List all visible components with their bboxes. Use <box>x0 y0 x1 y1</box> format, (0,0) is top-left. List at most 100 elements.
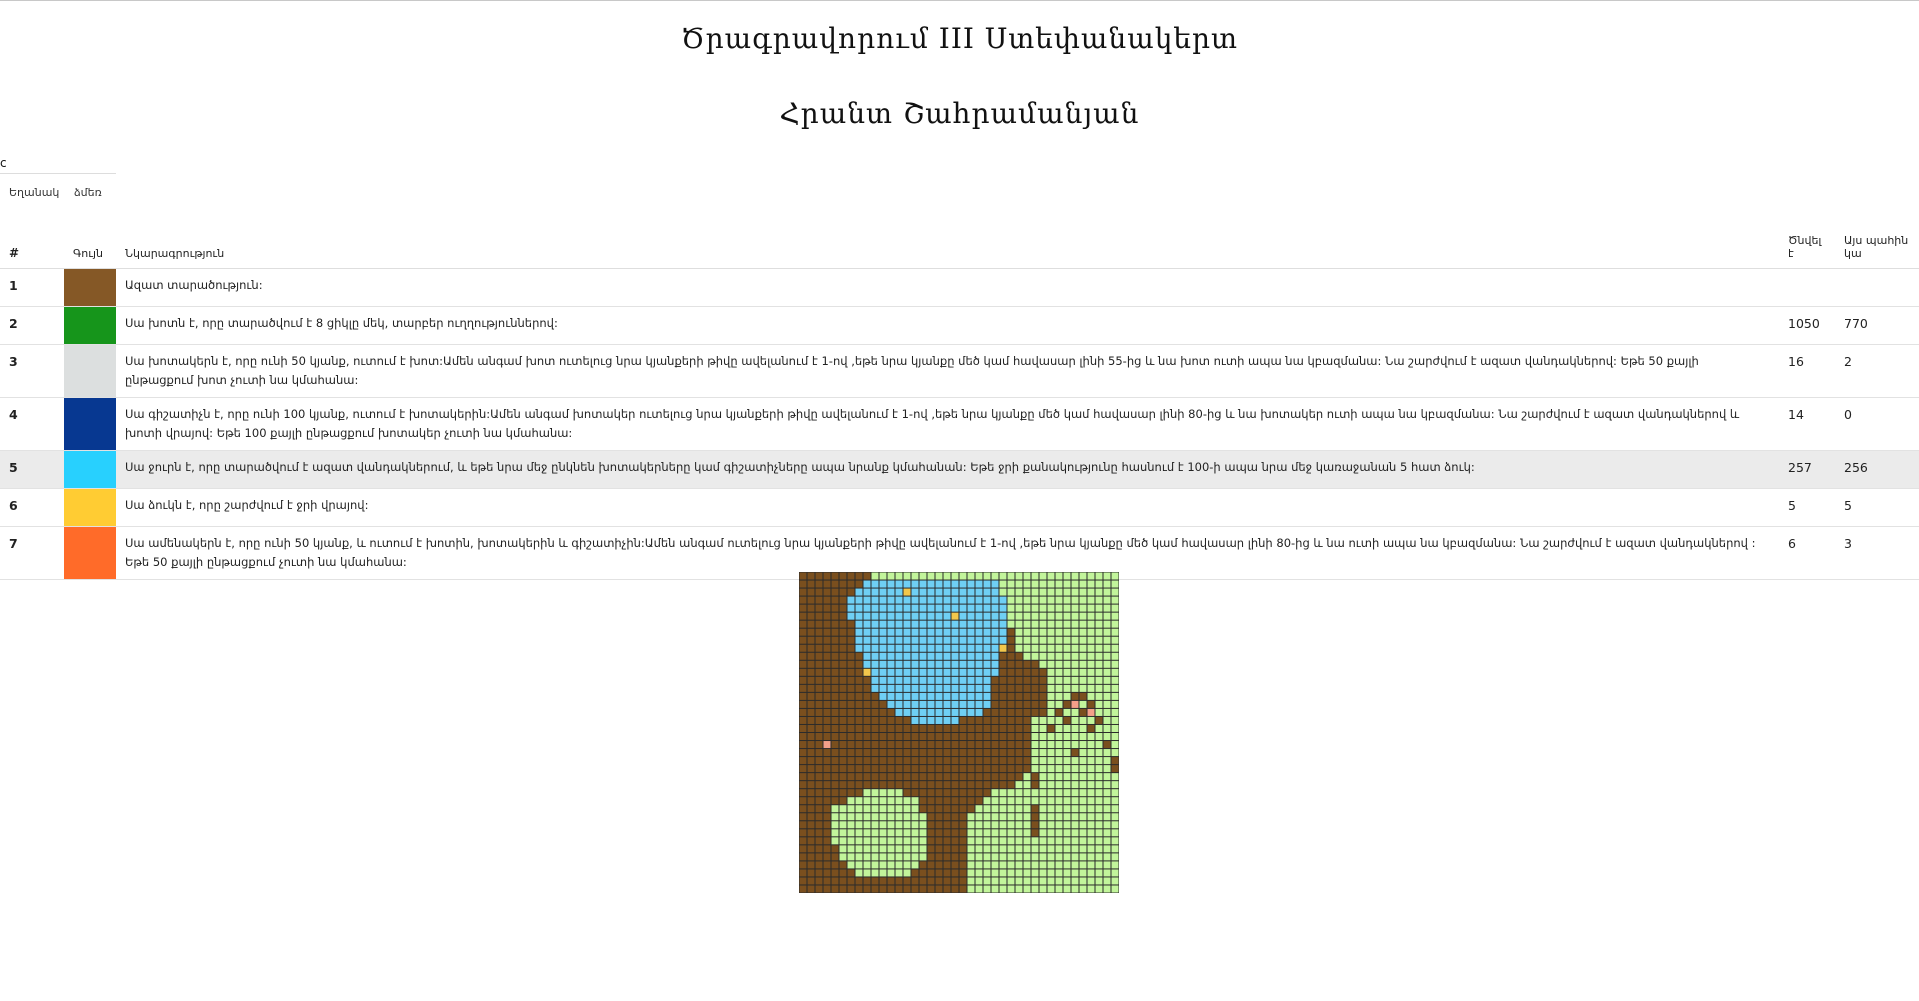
grid-cell <box>815 708 823 716</box>
grid-cell <box>967 580 975 588</box>
grid-cell <box>823 877 831 885</box>
grid-cell <box>855 837 863 845</box>
grid-cell <box>1047 660 1055 668</box>
grid-cell <box>887 845 895 853</box>
grid-cell <box>807 716 815 724</box>
grid-cell <box>799 652 807 660</box>
grid-cell <box>991 724 999 732</box>
grid-cell <box>975 636 983 644</box>
grid-cell <box>871 829 879 837</box>
grid-cell <box>823 757 831 765</box>
grid-cell <box>975 845 983 853</box>
grid-cell <box>975 821 983 829</box>
grid-cell <box>815 877 823 885</box>
grid-cell <box>839 733 847 741</box>
grid-cell <box>951 700 959 708</box>
grid-cell <box>823 636 831 644</box>
grid-cell <box>1079 612 1087 620</box>
grid-cell <box>1063 644 1071 652</box>
grid-cell <box>975 596 983 604</box>
grid-cell <box>911 885 919 893</box>
grid-cell <box>991 813 999 821</box>
grid-cell <box>847 789 855 797</box>
grid-cell <box>927 612 935 620</box>
grid-cell <box>911 668 919 676</box>
grid-cell <box>895 716 903 724</box>
grid-cell <box>999 588 1007 596</box>
grid-cell <box>879 644 887 652</box>
grid-cell <box>991 861 999 869</box>
grid-cell <box>815 676 823 684</box>
grid-cell <box>1111 757 1119 765</box>
grid-cell <box>1055 716 1063 724</box>
grid-cell <box>991 620 999 628</box>
grid-cell <box>1079 861 1087 869</box>
grid-cell <box>1015 805 1023 813</box>
grid-cell <box>959 676 967 684</box>
grid-cell <box>855 692 863 700</box>
grid-cell <box>799 628 807 636</box>
grid-cell <box>879 829 887 837</box>
grid-cell <box>927 845 935 853</box>
grid-cell <box>895 676 903 684</box>
grid-cell <box>839 588 847 596</box>
grid-cell <box>1039 765 1047 773</box>
grid-cell <box>975 781 983 789</box>
grid-cell <box>919 588 927 596</box>
grid-cell <box>871 684 879 692</box>
grid-cell <box>1095 692 1103 700</box>
author-name: Հրանտ Շահրամանյան <box>779 97 1140 130</box>
grid-cell <box>831 813 839 821</box>
grid-cell <box>1095 757 1103 765</box>
grid-cell <box>879 765 887 773</box>
grid-cell <box>1095 821 1103 829</box>
grid-cell <box>1047 821 1055 829</box>
grid-cell <box>1111 676 1119 684</box>
grid-cell <box>1007 644 1015 652</box>
col-color: Գույն <box>64 212 116 269</box>
grid-cell <box>855 580 863 588</box>
grid-cell <box>879 724 887 732</box>
grid-cell <box>959 749 967 757</box>
grid-cell <box>1079 773 1087 781</box>
grid-cell <box>927 572 935 580</box>
grid-cell <box>1023 885 1031 893</box>
grid-cell <box>1087 813 1095 821</box>
grid-cell <box>1071 716 1079 724</box>
grid-cell <box>967 829 975 837</box>
grid-cell <box>839 829 847 837</box>
grid-cell <box>1071 837 1079 845</box>
grid-cell <box>823 580 831 588</box>
grid-cell <box>1079 724 1087 732</box>
grid-cell <box>967 789 975 797</box>
grid-cell <box>927 837 935 845</box>
grid-cell <box>863 700 871 708</box>
color-swatch <box>64 397 116 451</box>
grid-cell <box>983 773 991 781</box>
grid-cell <box>1015 757 1023 765</box>
grid-cell <box>847 773 855 781</box>
grid-cell <box>1063 620 1071 628</box>
grid-cell <box>807 733 815 741</box>
grid-cell <box>959 708 967 716</box>
grid-cell <box>1055 604 1063 612</box>
grid-cell <box>1071 877 1079 885</box>
grid-cell <box>1031 765 1039 773</box>
grid-cell <box>831 636 839 644</box>
row-created <box>1779 268 1835 307</box>
grid-cell <box>839 572 847 580</box>
grid-cell <box>1063 853 1071 861</box>
grid-cell <box>1063 821 1071 829</box>
grid-cell <box>967 708 975 716</box>
grid-cell <box>951 789 959 797</box>
grid-cell <box>895 741 903 749</box>
grid-cell <box>1111 700 1119 708</box>
grid-cell <box>919 797 927 805</box>
grid-cell <box>943 708 951 716</box>
grid-cell <box>927 757 935 765</box>
grid-cell <box>1111 636 1119 644</box>
grid-cell <box>847 628 855 636</box>
grid-cell <box>951 821 959 829</box>
grid-cell <box>999 660 1007 668</box>
grid-cell <box>919 620 927 628</box>
